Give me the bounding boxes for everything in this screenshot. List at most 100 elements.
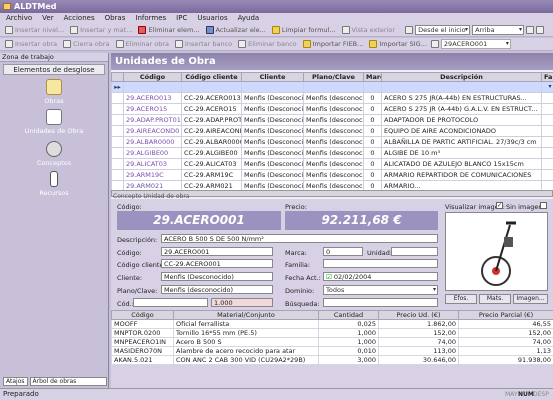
eliminar-banco-button[interactable]: Eliminar banco [236, 39, 298, 50]
row-indicator[interactable] [111, 103, 124, 115]
cell-descripcion: ACERO S 275 JR(A-44b) EN ESTRUCTURAS... [381, 92, 542, 104]
table-row[interactable]: 29.ACERO013 CC-29.ACERO013 Menfis (Descono… [111, 92, 553, 104]
table-row[interactable]: 29.ALICAT03 CC-29.ALICAT03 Menfis (Descono… [111, 158, 553, 170]
cell-codigo: 29.ALICAT03 [123, 158, 182, 170]
search-direction-select[interactable]: Arriba [472, 25, 525, 35]
col-marca[interactable]: Marca [363, 72, 382, 82]
left-panel-header: Elementos de desglose [3, 64, 105, 75]
sub-cell-codigo: MNPEACERO1IN [111, 337, 174, 347]
table-row[interactable]: 29.AIREACOND0CC-29.AIREACOND0Menfis (Des… [111, 125, 553, 137]
eliminar-obra-button[interactable]: Eliminar obra [114, 39, 171, 50]
marca-field[interactable]: 0 [323, 247, 363, 256]
import-icon [302, 40, 311, 48]
table-row[interactable]: ▸▸ [111, 81, 553, 93]
col-plano[interactable]: Plano/Clave [303, 72, 364, 82]
sin-imagen-checkbox[interactable] [540, 202, 547, 209]
cell-codigo-cliente: CC-29.ALBAR0000 [181, 136, 242, 148]
menu-ipc[interactable]: IPC [176, 13, 187, 24]
menu-archivo[interactable]: Archivo [6, 13, 32, 24]
vista-exterior-button[interactable]: Vista exterior [340, 25, 398, 36]
cliente-field[interactable]: Menfis (Desconocido) [161, 272, 273, 281]
menu-acciones[interactable]: Acciones [64, 13, 95, 24]
insertar-mat-button[interactable]: Insertar y mat... [68, 25, 134, 36]
row-indicator[interactable] [111, 125, 124, 137]
menu-obras[interactable]: Obras [105, 13, 126, 24]
material-row[interactable]: MNPTOR.0200 Tornillo 16*55 mm (PE.5) 1,000… [111, 328, 553, 338]
sub-cell-precio: 30.646,00 [378, 355, 459, 365]
descripcion-field[interactable]: ACERO B 500 S DE 500 N/mm² [161, 234, 438, 243]
row-indicator[interactable] [111, 92, 124, 104]
limpiar-formul-button[interactable]: Limpiar formul... [270, 25, 338, 36]
row-indicator[interactable] [111, 114, 124, 126]
unidad-field[interactable] [391, 247, 438, 256]
insertar-nivel-button[interactable]: Insertar nivel... [3, 25, 66, 36]
col-codigo-cliente[interactable]: Código cliente [181, 72, 242, 82]
sub-col-precio[interactable]: Precio Ud. (€) [378, 310, 459, 320]
main-panel: Unidades de Obra Código Código cliente C… [111, 53, 553, 388]
row-indicator[interactable] [111, 158, 124, 170]
fecha-field[interactable]: ☑ 02/02/2004 [323, 272, 438, 281]
tab-atajos[interactable]: Atajos [3, 377, 28, 386]
menu-ayuda[interactable]: Ayuda [238, 13, 260, 24]
col-descripcion[interactable]: Descripción [381, 72, 542, 82]
imagen-label: Imagen... [516, 295, 545, 302]
sub-col-material[interactable]: Material/Conjunto [173, 310, 319, 320]
table-row[interactable]: 29.ALGIBE00 CC-29.ALGIBE00 Menfis (Descono… [111, 147, 553, 159]
visualizar-checkbox[interactable]: ✓ [496, 202, 503, 209]
table-row[interactable]: 29.ALBAR0000 CC-29.ALBAR0000 Menfis (Desco… [111, 136, 553, 148]
busqueda-field[interactable] [323, 298, 438, 307]
shortcut-conceptos[interactable]: Conceptos [0, 141, 108, 167]
sub-col-cantidad[interactable]: Cantidad [318, 310, 379, 320]
col-far[interactable]: Far [541, 72, 553, 82]
material-row[interactable]: MNPEACERO1IN Acero B 500 S 1,000 74,00 74,00 [111, 337, 553, 347]
tab-arbol-obras[interactable]: Árbol de obras [29, 377, 107, 386]
efos-button[interactable]: Efos. [445, 294, 477, 304]
search-next-icon[interactable] [526, 26, 535, 34]
codigo-field[interactable]: 29.ACERO001 [161, 247, 273, 256]
row-indicator[interactable] [111, 147, 124, 159]
cell-marca [363, 81, 382, 93]
importar-sig-button[interactable]: Importar SIG... [367, 39, 429, 50]
menu-informes[interactable]: Informes [135, 13, 166, 24]
imagen-button[interactable]: Imagen... [513, 294, 548, 304]
col-codigo[interactable]: Código [123, 72, 182, 82]
insertar-obra-button[interactable]: Insertar obra [3, 39, 59, 50]
plano-field[interactable]: Menfis (desconocido) [161, 285, 273, 294]
eliminar-elem-button[interactable]: Eliminar elem... [136, 25, 201, 36]
binoculars-icon[interactable] [405, 26, 414, 34]
search-from-select[interactable]: Desde el inicio [415, 25, 471, 35]
cierra-obra-button[interactable]: Cierra obra [61, 39, 111, 50]
sub-col-parcial[interactable]: Precio Parcial (€) [458, 310, 553, 320]
sub-col-codigo[interactable]: Código [111, 310, 174, 320]
table-row[interactable]: 29.ACERO15 CC-29.ACERO15 Menfis (Desconoci… [111, 103, 553, 115]
actualizar-ele-button[interactable]: Actualizar ele... [204, 25, 268, 36]
shortcut-obras[interactable]: Obras [0, 79, 108, 105]
importar-fieb-button[interactable]: Importar FIEB... [301, 39, 366, 50]
table-row[interactable]: 29.ARM19CCC-29.ARM19CMenfis (Desconocido… [111, 169, 553, 181]
cell-plano: Menfis (desconocido) [303, 103, 364, 115]
material-row[interactable]: AKAN.5.021 CON ANC 2 CAB 300 VID (CU29A2*… [111, 355, 553, 365]
table-row[interactable]: 29.ADAP.PROT01CC-29.ADAP.PROT01Menfis (D… [111, 114, 553, 126]
shortcut-unidades[interactable]: Unidades de Obra [0, 109, 108, 135]
row-indicator[interactable] [111, 136, 124, 148]
col-cliente[interactable]: Cliente [241, 72, 304, 82]
row-indicator[interactable] [111, 169, 124, 181]
current-code-field[interactable]: 29ACERO001 [440, 39, 511, 49]
insertar-banco-button[interactable]: Insertar banco [173, 39, 234, 50]
codigo-cliente-field[interactable]: CC-29.ACERO001 [161, 259, 273, 268]
familia-field[interactable] [323, 259, 438, 268]
material-row[interactable]: MASIDERO70N Alambre de acero recocido par… [111, 346, 553, 356]
menu-ver[interactable]: Ver [42, 13, 53, 24]
row-indicator[interactable]: ▸▸ [111, 81, 124, 93]
sub-cell-cantidad: 0,010 [318, 346, 379, 356]
shortcut-recursos[interactable]: Recursos [0, 171, 108, 197]
material-row[interactable]: MOOFF Oficial ferrallista 0,025 1.862,00 46,… [111, 319, 553, 329]
refresh-icon [205, 26, 214, 34]
search-prev-icon[interactable] [536, 26, 545, 34]
dominio-select[interactable]: Todos [323, 285, 438, 295]
cod-field-b[interactable]: 1.000 [211, 298, 273, 307]
mats-button[interactable]: Mats. [479, 294, 511, 304]
cod-field-a[interactable] [133, 298, 208, 307]
menu-usuarios[interactable]: Usuarios [197, 13, 227, 24]
cell-cliente: Menfis (Desconocido) [241, 158, 304, 170]
